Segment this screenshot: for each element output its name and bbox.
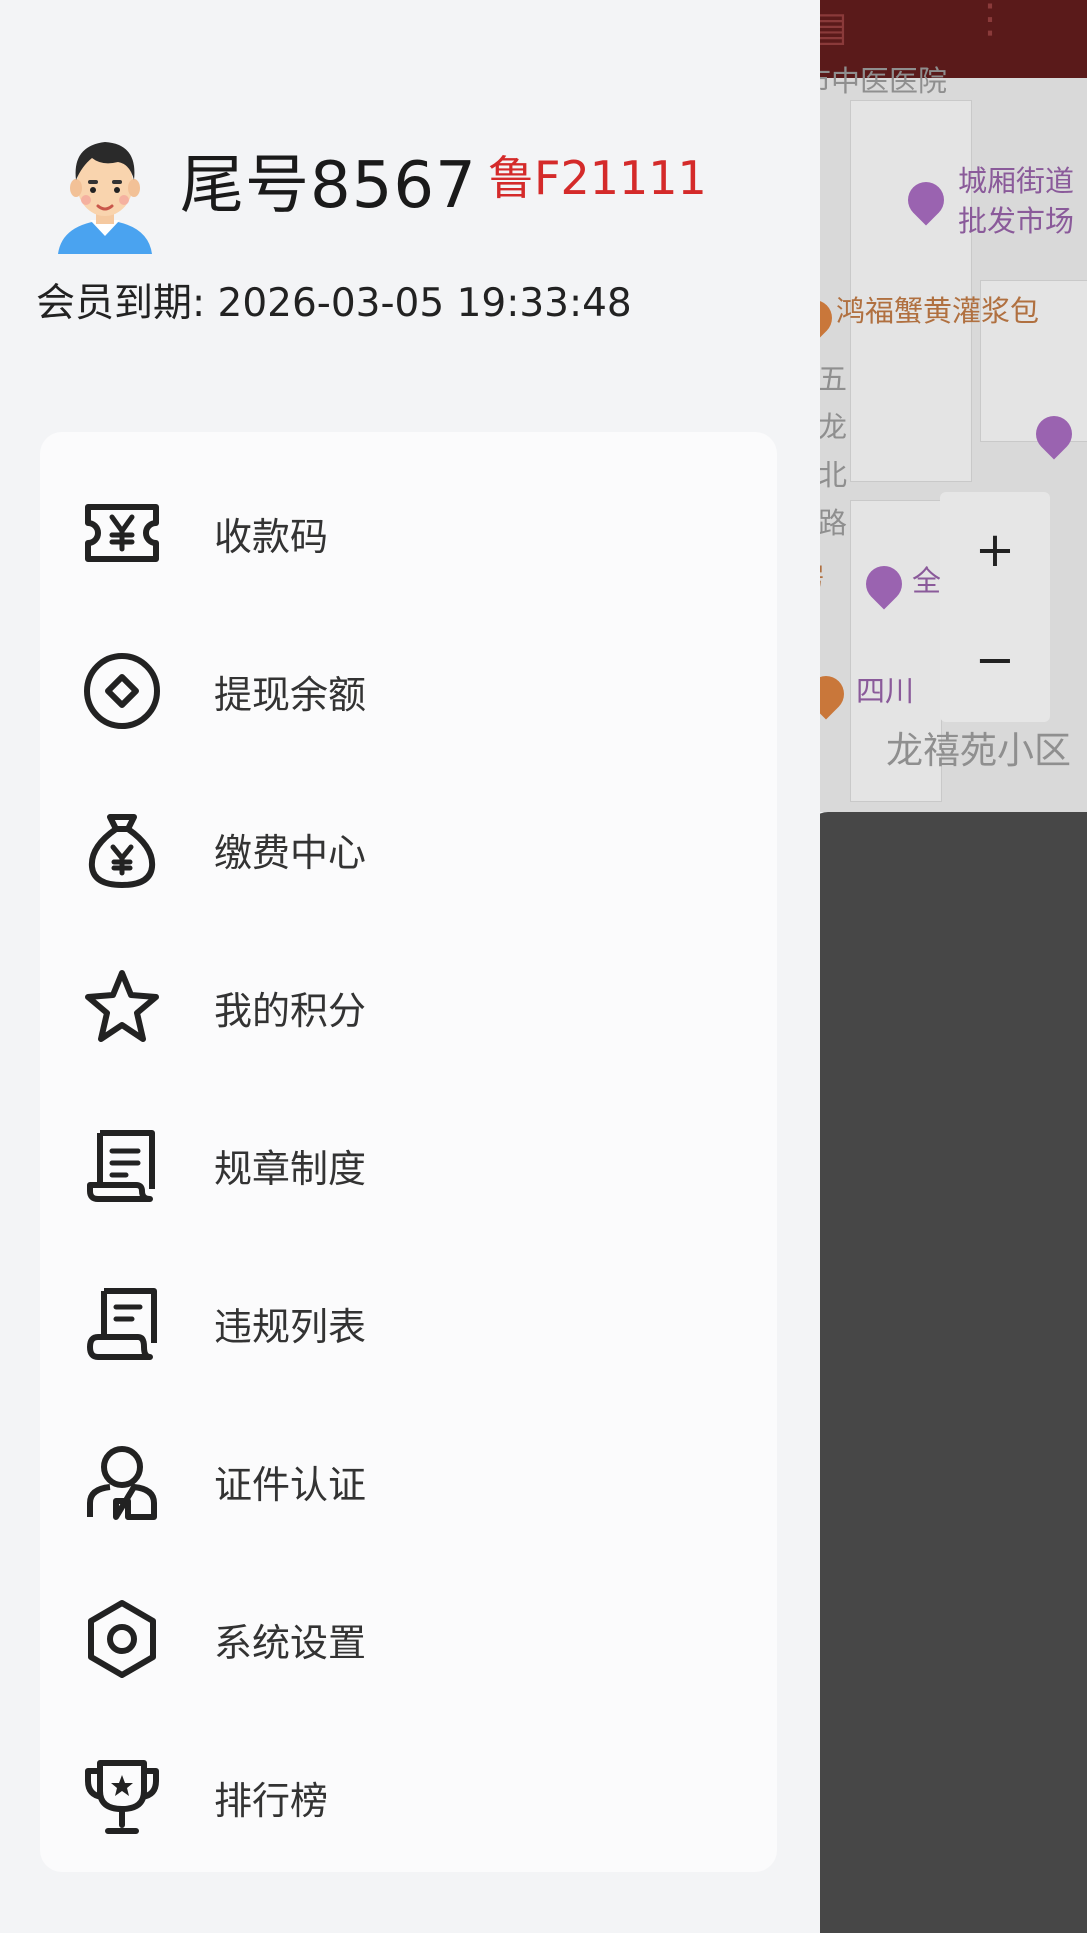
zoom-controls: + − <box>940 492 1050 722</box>
map-road <box>850 100 972 482</box>
plate-number: 鲁F21111 <box>488 151 707 205</box>
membership-expiry: 会员到期: 2026-03-05 19:33:48 <box>36 281 632 326</box>
map-label-road: 五 <box>818 362 848 396</box>
map-label-market: 批发市场 <box>958 204 1075 238</box>
menu-card: 收款码 提现余额 缴费中心 我的积分 规章制度 违规列表 证件认证 系统设置 排… <box>40 432 777 1872</box>
scroll-document-icon <box>87 1130 155 1202</box>
money-bag-icon <box>88 814 156 888</box>
map-label-hotel: 全 <box>912 564 942 598</box>
more-vertical-icon[interactable]: ⋮ <box>970 0 1010 42</box>
map-label-hospital: 市中医医院 <box>802 64 948 98</box>
avatar[interactable] <box>52 128 158 258</box>
ticket-yuan-icon <box>85 504 159 562</box>
menu-item-system-settings[interactable]: 系统设置 <box>40 1558 777 1716</box>
bottom-sheet-overlay[interactable] <box>808 812 1087 1933</box>
menu-item-payment-code[interactable]: 收款码 <box>40 452 777 610</box>
map-label-restaurant: 鸿福蟹黄灌浆包 <box>836 294 1040 328</box>
map-label-road: 北 <box>818 458 848 492</box>
trophy-icon <box>85 1760 159 1834</box>
map-label-community: 龙禧苑小区 <box>886 729 1071 772</box>
coin-icon <box>84 653 160 729</box>
menu-item-label: 违规列表 <box>214 1305 367 1349</box>
menu-item-regulations[interactable]: 规章制度 <box>40 1084 777 1242</box>
menu-item-label: 排行榜 <box>214 1779 329 1823</box>
star-icon <box>85 970 159 1042</box>
map-label-sichuan: 四川 <box>856 674 915 708</box>
menu-item-label: 系统设置 <box>214 1621 367 1665</box>
menu-item-leaderboard[interactable]: 排行榜 <box>40 1716 777 1874</box>
menu-item-label: 规章制度 <box>214 1147 367 1191</box>
map-label-road: 龙 <box>818 410 848 444</box>
menu-item-withdraw-balance[interactable]: 提现余额 <box>40 610 777 768</box>
menu-item-payment-center[interactable]: 缴费中心 <box>40 768 777 926</box>
user-name: 尾号8567 <box>180 149 477 223</box>
menu-item-label: 收款码 <box>214 515 329 559</box>
menu-item-id-verification[interactable]: 证件认证 <box>40 1400 777 1558</box>
menu-item-violation-list[interactable]: 违规列表 <box>40 1242 777 1400</box>
map-view[interactable]: ▤ ⋮ 市中医医院 城厢街道 批发市场 鸿福蟹黄灌浆包 五 龙 北 路 房 全 … <box>790 0 1087 812</box>
menu-item-label: 缴费中心 <box>214 831 367 875</box>
scroll-list-icon <box>87 1288 157 1360</box>
person-icon <box>87 1446 157 1520</box>
menu-item-label: 证件认证 <box>214 1463 367 1507</box>
map-label-road: 路 <box>818 506 848 540</box>
hexagon-settings-icon <box>88 1600 156 1678</box>
menu-item-my-points[interactable]: 我的积分 <box>40 926 777 1084</box>
map-label-street: 城厢街道 <box>958 164 1075 198</box>
zoom-in-button[interactable]: + <box>940 522 1050 578</box>
navigation-drawer: 尾号8567 鲁F21111 会员到期: 2026-03-05 19:33:48… <box>0 0 820 1933</box>
menu-item-label: 提现余额 <box>214 673 367 717</box>
zoom-out-button[interactable]: − <box>940 632 1050 688</box>
menu-item-label: 我的积分 <box>214 989 367 1033</box>
